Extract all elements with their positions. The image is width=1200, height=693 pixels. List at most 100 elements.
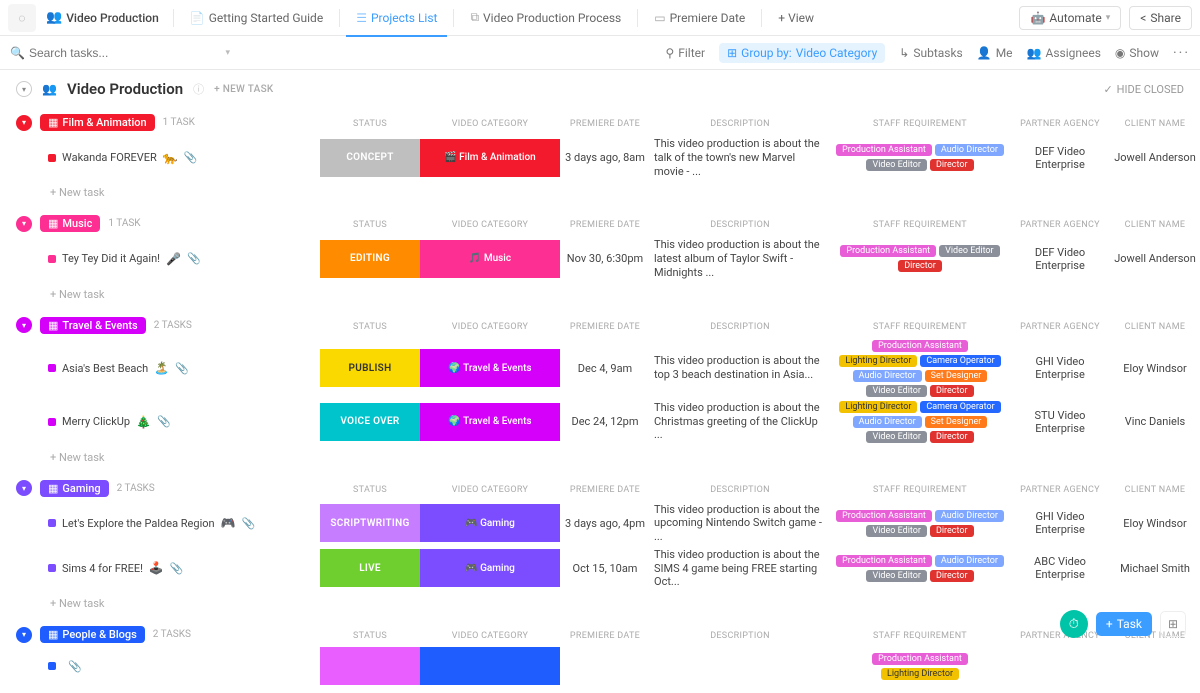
column-header[interactable]: PREMIERE DATE xyxy=(560,117,650,131)
column-header[interactable]: DESCRIPTION xyxy=(650,117,830,131)
task-row[interactable]: Wakanda FOREVER🐆📎CONCEPT🎬 Film & Animati… xyxy=(44,135,1200,180)
staff-tag[interactable]: Audio Director xyxy=(853,370,922,382)
hide-closed-button[interactable]: ✓ HIDE CLOSED xyxy=(1103,83,1184,96)
staff-tag[interactable]: Video Editor xyxy=(866,159,926,171)
staff-tag[interactable]: Production Assistant xyxy=(836,144,932,156)
staff-tag[interactable]: Director xyxy=(930,159,974,171)
staff-cell[interactable]: Production AssistantAudio Director Video … xyxy=(830,142,1010,173)
staff-cell[interactable]: Production Assistant Lighting Director xyxy=(830,651,1010,682)
column-header[interactable]: STATUS xyxy=(320,320,420,334)
task-row[interactable]: Let's Explore the Paldea Region🎮📎SCRIPTW… xyxy=(44,501,1200,546)
tab-video-process[interactable]: ⧉ Video Production Process xyxy=(460,6,631,29)
staff-tag[interactable]: Lighting Director xyxy=(839,355,917,367)
column-header[interactable]: CLIENT NAME xyxy=(1110,483,1200,497)
category-cell[interactable]: 🎮 Gaming xyxy=(420,549,560,587)
chevron-down-icon[interactable]: ▾ xyxy=(225,48,230,58)
group-collapse-button[interactable]: ▾ xyxy=(16,480,32,496)
client-cell[interactable]: Vinc Daniels xyxy=(1110,413,1200,430)
column-header[interactable]: VIDEO CATEGORY xyxy=(420,117,560,131)
share-button[interactable]: < Share xyxy=(1129,6,1192,30)
new-task-floating-button[interactable]: + Task xyxy=(1096,612,1152,636)
task-name-cell[interactable]: Let's Explore the Paldea Region🎮📎 xyxy=(44,514,320,532)
column-header[interactable]: STAFF REQUIREMENT xyxy=(830,218,1010,232)
column-header[interactable]: PREMIERE DATE xyxy=(560,218,650,232)
staff-tag[interactable]: Director xyxy=(930,525,974,537)
staff-tag[interactable]: Lighting Director xyxy=(881,668,959,680)
partner-cell[interactable]: STU Video Enterprise xyxy=(1010,407,1110,437)
column-header[interactable]: STATUS xyxy=(320,218,420,232)
workspace-breadcrumb[interactable]: 👥 Video Production xyxy=(38,6,167,29)
staff-tag[interactable]: Production Assistant xyxy=(836,510,932,522)
group-by-button[interactable]: ⊞ Group by: Video Category xyxy=(719,43,885,63)
staff-cell[interactable]: Production AssistantAudio Director Video … xyxy=(830,508,1010,539)
staff-tag[interactable]: Director xyxy=(930,570,974,582)
search-box[interactable]: 🔍 ▾ xyxy=(10,46,230,60)
new-task-row-button[interactable]: + New task xyxy=(16,282,1200,309)
column-header[interactable]: STATUS xyxy=(320,483,420,497)
staff-cell[interactable]: Production AssistantVideo EditorDirector xyxy=(830,243,1010,274)
staff-tag[interactable]: Camera Operator xyxy=(920,401,1000,413)
filter-button[interactable]: ⚲ Filter xyxy=(665,46,705,60)
group-pill[interactable]: ▦Film & Animation xyxy=(40,114,155,131)
column-header[interactable]: PARTNER AGENCY xyxy=(1010,117,1110,131)
category-cell[interactable] xyxy=(420,647,560,685)
home-button[interactable]: ◌ xyxy=(8,4,36,32)
column-header[interactable]: STAFF REQUIREMENT xyxy=(830,629,1010,643)
staff-tag[interactable]: Audio Director xyxy=(935,510,1004,522)
tab-getting-started[interactable]: 📄 Getting Started Guide xyxy=(180,7,333,29)
group-collapse-button[interactable]: ▾ xyxy=(16,317,32,333)
partner-cell[interactable]: ABC Video Enterprise xyxy=(1010,553,1110,583)
status-cell[interactable]: SCRIPTWRITING xyxy=(320,504,420,542)
task-row[interactable]: Tey Tey Did it Again!🎤📎EDITING🎵 MusicNov… xyxy=(44,236,1200,281)
column-header[interactable]: PREMIERE DATE xyxy=(560,320,650,334)
description-cell[interactable]: This video production is about the SIMS … xyxy=(650,546,830,591)
add-view-button[interactable]: + View xyxy=(768,7,824,29)
task-name-cell[interactable]: Tey Tey Did it Again!🎤📎 xyxy=(44,250,320,268)
column-header[interactable]: STATUS xyxy=(320,117,420,131)
task-row[interactable]: 📎 Production Assistant Lighting Director xyxy=(44,647,1200,685)
more-menu[interactable]: ··· xyxy=(1173,45,1190,61)
task-name-cell[interactable]: Sims 4 for FREE!🕹️📎 xyxy=(44,559,320,577)
column-header[interactable]: STAFF REQUIREMENT xyxy=(830,483,1010,497)
column-header[interactable]: VIDEO CATEGORY xyxy=(420,218,560,232)
client-cell[interactable] xyxy=(1110,664,1200,668)
premiere-date-cell[interactable]: Dec 24, 12pm xyxy=(560,413,650,430)
group-pill[interactable]: ▦Music xyxy=(40,215,100,232)
premiere-date-cell[interactable]: 3 days ago, 8am xyxy=(560,149,650,166)
description-cell[interactable]: This video production is about the upcom… xyxy=(650,501,830,546)
attachment-icon[interactable]: 📎 xyxy=(170,562,184,575)
column-header[interactable]: STAFF REQUIREMENT xyxy=(830,117,1010,131)
new-task-row-button[interactable]: + New task xyxy=(16,445,1200,472)
staff-cell[interactable]: Lighting DirectorCamera OperatorAudio Di… xyxy=(830,399,1010,445)
column-header[interactable]: PARTNER AGENCY xyxy=(1010,320,1110,334)
new-task-header-button[interactable]: + NEW TASK xyxy=(214,84,273,95)
partner-cell[interactable]: GHI Video Enterprise xyxy=(1010,508,1110,538)
collapse-all-button[interactable]: ▾ xyxy=(16,81,32,97)
staff-tag[interactable]: Production Assistant xyxy=(836,555,932,567)
attachment-icon[interactable]: 📎 xyxy=(68,660,82,673)
staff-tag[interactable]: Director xyxy=(930,385,974,397)
description-cell[interactable]: This video production is about the Chris… xyxy=(650,399,830,444)
timer-button[interactable]: ⏱ xyxy=(1060,610,1088,638)
tab-projects-list[interactable]: ☰ Projects List xyxy=(346,7,447,29)
category-cell[interactable]: 🎬 Film & Animation xyxy=(420,139,560,177)
status-cell[interactable] xyxy=(320,647,420,685)
partner-cell[interactable]: DEF Video Enterprise xyxy=(1010,244,1110,274)
premiere-date-cell[interactable]: 3 days ago, 4pm xyxy=(560,515,650,532)
show-button[interactable]: ◉ Show xyxy=(1115,46,1159,60)
staff-tag[interactable]: Audio Director xyxy=(935,144,1004,156)
subtasks-button[interactable]: ↳ Subtasks xyxy=(899,46,962,60)
status-cell[interactable]: CONCEPT xyxy=(320,139,420,177)
task-row[interactable]: Merry ClickUp🎄📎VOICE OVER🌍 Travel & Even… xyxy=(44,399,1200,445)
tab-premiere-date[interactable]: ▭ Premiere Date xyxy=(644,7,755,29)
category-cell[interactable]: 🌍 Travel & Events xyxy=(420,403,560,441)
column-header[interactable]: VIDEO CATEGORY xyxy=(420,320,560,334)
new-task-row-button[interactable]: + New task xyxy=(16,180,1200,207)
staff-tag[interactable]: Production Assistant xyxy=(872,653,968,665)
client-cell[interactable]: Michael Smith xyxy=(1110,560,1200,577)
staff-tag[interactable]: Lighting Director xyxy=(839,401,917,413)
task-name-cell[interactable]: Asia's Best Beach🏝️📎 xyxy=(44,359,320,377)
task-name-cell[interactable]: 📎 xyxy=(44,658,320,675)
attachment-icon[interactable]: 📎 xyxy=(184,151,198,164)
staff-tag[interactable]: Video Editor xyxy=(866,525,926,537)
